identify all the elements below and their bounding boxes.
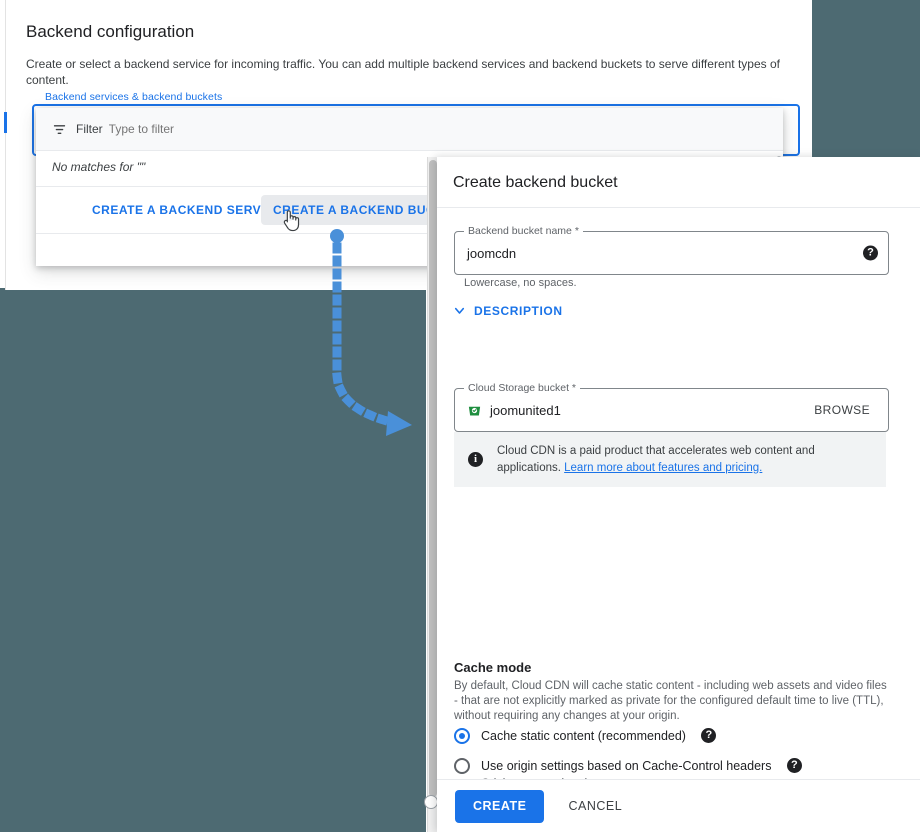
backdrop-block-top-right [812,0,920,164]
browse-button[interactable]: BROWSE [808,402,876,418]
radio-origin-settings[interactable] [454,758,470,774]
dialog-title: Create backend bucket [453,174,618,192]
backend-bucket-name-field[interactable]: Backend bucket name * joomcdn ? [454,231,889,275]
focus-indicator-bar [4,112,7,133]
backend-bucket-name-value: joomcdn [467,246,516,261]
backend-bucket-name-legend: Backend bucket name * [464,225,583,237]
cache-mode-heading: Cache mode [454,660,531,675]
dropdown-filter-row[interactable]: Filter [36,108,783,151]
dropdown-empty-message: No matches for "" [52,160,145,174]
cloud-storage-bucket-field[interactable]: Cloud Storage bucket * joomunited1 BROWS… [454,388,889,432]
chevron-down-icon [452,303,467,318]
page-scrollbar-thumb[interactable] [429,160,437,797]
dialog-footer: CREATE CANCEL [437,779,920,832]
help-icon[interactable]: ? [701,728,716,743]
backend-bucket-name-field-wrap: Backend bucket name * joomcdn ? Lowercas… [454,231,889,275]
cancel-button[interactable]: CANCEL [554,790,636,823]
filter-icon [52,122,67,137]
radio-cache-static[interactable] [454,728,470,744]
scroll-button[interactable] [424,795,438,809]
backend-services-select-legend: Backend services & backend buckets [41,91,226,103]
cloud-storage-bucket-legend: Cloud Storage bucket * [464,382,580,394]
backend-bucket-name-hint: Lowercase, no spaces. [464,277,577,289]
storage-bucket-icon [467,403,482,418]
cache-mode-option-label: Use origin settings based on Cache-Contr… [481,759,771,773]
cloud-cdn-learn-more-link[interactable]: Learn more about features and pricing. [564,462,762,474]
filter-label: Filter [76,122,103,136]
screenshot-root: Backend configuration Create or select a… [0,0,920,832]
description-expander-label: DESCRIPTION [474,304,563,318]
cache-mode-option-label: Cache static content (recommended) [481,729,686,743]
page-title: Backend configuration [26,22,194,42]
create-backend-bucket-dialog: Create backend bucket Backend bucket nam… [437,157,920,832]
cache-mode-option-origin[interactable]: Use origin settings based on Cache-Contr… [454,757,802,779]
cloud-cdn-info-text: Cloud CDN is a paid product that acceler… [497,443,872,477]
cache-mode-option-static[interactable]: Cache static content (recommended) ? [454,727,716,745]
help-icon[interactable]: ? [863,246,878,261]
help-icon[interactable]: ? [787,758,802,773]
create-button[interactable]: CREATE [455,790,544,823]
hand-cursor-pointer [280,207,302,233]
dotted-arrow-annotation [320,225,420,440]
cache-mode-description: By default, Cloud CDN will cache static … [454,679,888,724]
filter-input[interactable] [109,122,409,136]
description-expander[interactable]: DESCRIPTION [452,303,563,318]
info-icon: i [468,452,483,467]
cloud-storage-bucket-value: joomunited1 [490,403,561,418]
cloud-storage-bucket-field-wrap: Cloud Storage bucket * joomunited1 BROWS… [454,388,889,432]
dialog-body: Backend bucket name * joomcdn ? Lowercas… [437,208,920,779]
page-description: Create or select a backend service for i… [26,56,786,88]
cloud-cdn-info-banner: i Cloud CDN is a paid product that accel… [454,432,886,487]
